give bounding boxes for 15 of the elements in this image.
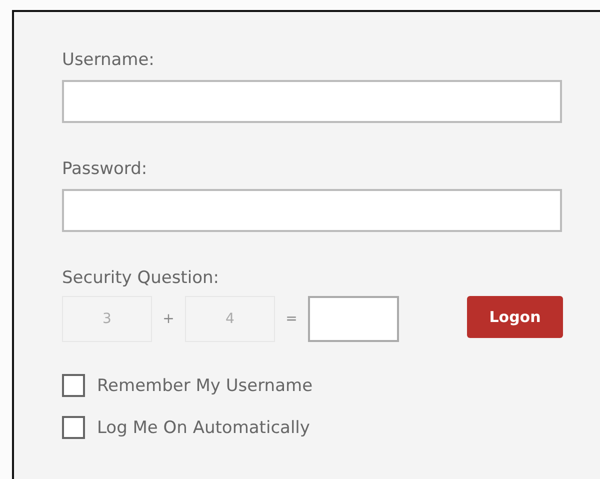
answer-field[interactable] (308, 296, 399, 342)
checkbox[interactable] (62, 374, 85, 397)
operand-field: 4 (185, 296, 275, 342)
field-label: Username: (62, 50, 156, 72)
field-label: Security Question: (62, 268, 220, 290)
username-field[interactable] (62, 80, 562, 123)
password-field[interactable] (62, 189, 562, 232)
field-label: Password: (62, 159, 148, 181)
checkbox-label: Remember My Username (97, 376, 313, 396)
checkbox-label: Log Me On Automatically (97, 418, 310, 438)
plus-sign: + (162, 311, 176, 327)
checkbox[interactable] (62, 416, 85, 439)
equals-sign: = (284, 311, 298, 327)
logon-button[interactable]: Logon (467, 296, 563, 338)
operand-field: 3 (62, 296, 152, 342)
